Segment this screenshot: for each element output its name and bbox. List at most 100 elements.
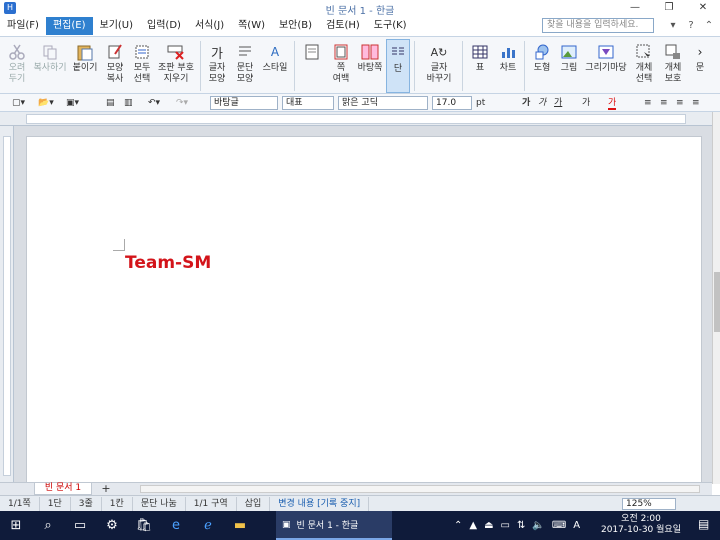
menu-edit[interactable]: 편집(E) — [45, 17, 93, 35]
clear-protect-button[interactable]: 조판 부호 지우기 — [156, 39, 196, 93]
align-center-icon[interactable]: ≡ — [692, 96, 700, 110]
network-icon[interactable]: ⇅ — [517, 520, 525, 531]
shape-label: 도형 — [533, 63, 551, 73]
ie-browser-icon[interactable]: ℯ — [192, 511, 224, 540]
menu-security[interactable]: 보안(B) — [272, 17, 319, 35]
shape-button[interactable]: 도형 — [530, 39, 554, 93]
minimize-button[interactable]: — — [618, 0, 652, 16]
windows-start-icon[interactable]: ⊞ — [0, 511, 32, 540]
scrollbar-thumb[interactable] — [714, 272, 720, 332]
font-size-input[interactable]: 17.0 — [432, 96, 472, 110]
para-shape-label: 문단 모양 — [236, 63, 254, 84]
char-shape-button[interactable]: 가 글자 모양 — [204, 39, 230, 93]
keyboard-icon[interactable]: ⌨ — [552, 520, 566, 531]
align-right-icon[interactable]: ≡ — [676, 96, 684, 110]
vertical-scrollbar[interactable] — [712, 112, 720, 484]
select-all-button[interactable]: 모두 선택 — [130, 39, 154, 93]
status-page[interactable]: 1/1쪽 — [0, 496, 40, 511]
menu-review[interactable]: 검토(H) — [319, 17, 367, 35]
background-page-button[interactable]: 바탕쪽 — [356, 39, 384, 93]
preview-icon[interactable]: ▥ — [124, 96, 133, 110]
input-lang-icon[interactable]: A — [573, 520, 580, 531]
align-left-icon[interactable]: ≡ — [660, 96, 668, 110]
page-view-button[interactable] — [298, 39, 326, 93]
font-color-button[interactable]: 가 — [608, 96, 617, 110]
menu-tools[interactable]: 도구(K) — [367, 17, 414, 35]
horizontal-ruler[interactable] — [0, 112, 712, 126]
document-page[interactable]: Team-SM — [26, 136, 702, 482]
menu-insert[interactable]: 입력(D) — [140, 17, 188, 35]
style-select[interactable]: 바탕글 — [210, 96, 278, 110]
restore-button[interactable]: ❐ — [652, 0, 686, 16]
align-justify-icon[interactable]: ≡ — [644, 96, 652, 110]
search-icon[interactable]: ⌕ — [32, 511, 64, 540]
close-button[interactable]: ✕ — [686, 0, 720, 16]
new-doc-icon[interactable]: ▢▾ — [12, 96, 25, 110]
search-dropdown-icon[interactable]: ▾ — [666, 19, 680, 33]
more-button[interactable]: › 문 — [692, 39, 708, 93]
style-button[interactable]: A 스타일 — [260, 39, 290, 93]
file-explorer-icon[interactable]: ▬ — [224, 511, 256, 540]
search-input[interactable]: 찾을 내용을 입력하세요. — [542, 18, 654, 33]
usb-icon[interactable]: ⏏ — [484, 520, 493, 531]
font-select[interactable]: 맑은 고딕 — [338, 96, 428, 110]
cut-label: 오려 두기 — [8, 63, 26, 84]
strike-button[interactable]: 가 — [582, 96, 590, 110]
task-view-icon[interactable]: ▭ — [64, 511, 96, 540]
size-unit[interactable]: pt — [476, 96, 485, 110]
bold-button[interactable]: 가 — [522, 96, 530, 110]
menu-file[interactable]: 파일(F) — [0, 17, 46, 35]
ribbon-collapse-icon[interactable]: ⌃ — [702, 19, 716, 33]
chart-button[interactable]: 차트 — [496, 39, 520, 93]
picture-label: 그림 — [560, 63, 578, 73]
format-brush-icon — [104, 41, 126, 63]
open-folder-icon[interactable]: 📂▾ — [38, 96, 54, 110]
underline-button[interactable]: 가 — [554, 96, 562, 110]
document-text[interactable]: Team-SM — [125, 253, 211, 273]
menu-format[interactable]: 서식(J) — [188, 17, 231, 35]
ribbon-divider — [524, 41, 525, 91]
page-margin-button[interactable]: 쪽 여백 — [328, 39, 354, 93]
redo-icon[interactable]: ↷▾ — [176, 96, 188, 110]
tray-expand-icon[interactable]: ⌃ — [454, 520, 462, 531]
menu-view[interactable]: 보기(U) — [93, 17, 141, 35]
paste-button[interactable]: 붙이기 — [70, 39, 100, 93]
horizontal-scrollbar[interactable] — [140, 485, 700, 493]
notification-icon[interactable]: ▤ — [698, 517, 709, 531]
store-icon[interactable]: 🛍 — [128, 511, 160, 540]
para-shape-button[interactable]: 문단 모양 — [232, 39, 258, 93]
gallery-button[interactable]: 그리기마당 — [584, 39, 628, 93]
italic-button[interactable]: 가 — [538, 96, 546, 110]
cut-button[interactable]: 오려 두기 — [4, 39, 30, 93]
system-clock[interactable]: 오전 2:00 2017-10-30 월요일 — [596, 514, 686, 536]
document-tab[interactable]: 빈 문서 1 — [34, 483, 92, 495]
settings-gear-icon[interactable]: ⚙ — [96, 511, 128, 540]
columns-button[interactable]: 단 — [386, 39, 410, 93]
char-change-button[interactable]: A↻ 글자 바꾸기 — [420, 39, 458, 93]
print-icon[interactable]: ▤ — [106, 96, 115, 110]
zoom-select[interactable]: 125% — [622, 498, 676, 510]
object-select-button[interactable]: 개체 선택 — [630, 39, 658, 93]
edge-browser-icon[interactable]: e — [160, 511, 192, 540]
language-select[interactable]: 대표 — [282, 96, 334, 110]
copy-button[interactable]: 복사하기 — [32, 39, 68, 93]
more-label: 문 — [695, 63, 705, 73]
format-copy-button[interactable]: 모양 복사 — [102, 39, 128, 93]
windows-taskbar: ⊞ ⌕ ▭ ⚙ 🛍 e ℯ ▬ ▣ 빈 문서 1 - 한글 ⌃ ▲ ⏏ ▭ ⇅ … — [0, 511, 720, 540]
table-button[interactable]: 표 — [468, 39, 492, 93]
help-icon[interactable]: ? — [684, 19, 698, 33]
object-protect-button[interactable]: 개체 보호 — [660, 39, 686, 93]
battery-icon[interactable]: ▭ — [501, 520, 510, 531]
taskbar-hwp-app[interactable]: ▣ 빈 문서 1 - 한글 — [276, 511, 392, 540]
picture-button[interactable]: 그림 — [556, 39, 582, 93]
window-title: 빈 문서 1 - 한글 — [325, 6, 395, 17]
menu-page[interactable]: 쪽(W) — [231, 17, 272, 35]
vertical-ruler[interactable] — [0, 126, 14, 482]
volume-icon[interactable]: 🔈 — [532, 520, 544, 531]
status-track-changes[interactable]: 변경 내용 [기록 중지] — [270, 496, 370, 511]
status-insert-mode[interactable]: 삽입 — [237, 496, 271, 511]
add-tab-button[interactable]: + — [98, 483, 114, 495]
undo-icon[interactable]: ↶▾ — [148, 96, 160, 110]
tray-app-icon[interactable]: ▲ — [469, 520, 477, 531]
save-icon[interactable]: ▣▾ — [66, 96, 79, 110]
